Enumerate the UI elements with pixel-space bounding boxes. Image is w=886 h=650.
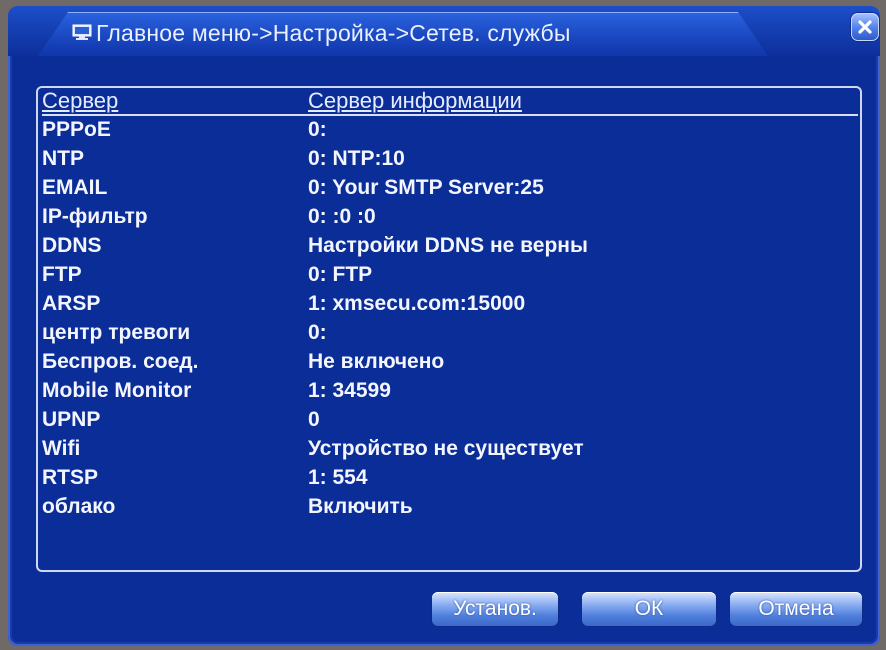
service-name: RTSP <box>42 466 99 489</box>
service-info: 0: <box>308 321 327 344</box>
network-services-window: Главное меню->Настройка->Сетев. службы С… <box>8 6 880 646</box>
service-name: PPPoE <box>42 118 111 141</box>
service-info: Не включено <box>308 350 445 373</box>
service-info: Устройство не существует <box>308 437 584 460</box>
service-name: облако <box>42 495 116 518</box>
service-name: DDNS <box>42 234 102 257</box>
table-header: Сервер Сервер информации <box>42 88 858 116</box>
table-row-upnp[interactable]: UPNP 0 <box>42 406 858 435</box>
service-name: NTP <box>42 147 84 170</box>
service-info: 1: 34599 <box>308 379 391 402</box>
table-row-rtsp[interactable]: RTSP 1: 554 <box>42 464 858 493</box>
table-row-wifi[interactable]: Wifi Устройство не существует <box>42 435 858 464</box>
table-row-ftp[interactable]: FTP 0: FTP <box>42 261 858 290</box>
service-name: Wifi <box>42 437 81 460</box>
table-row-ddns[interactable]: DDNS Настройки DDNS не верны <box>42 232 858 261</box>
close-icon <box>858 20 872 34</box>
table-row-pppoe[interactable]: PPPoE 0: <box>42 116 858 145</box>
table-row-mobile-monitor[interactable]: Mobile Monitor 1: 34599 <box>42 377 858 406</box>
table-row-arsp[interactable]: ARSP 1: xmsecu.com:15000 <box>42 290 858 319</box>
service-info: 0: <box>308 118 327 141</box>
table-row-wireless[interactable]: Беспров. соед. Не включено <box>42 348 858 377</box>
ok-button[interactable]: ОК <box>582 592 716 626</box>
service-info: 0: FTP <box>308 263 373 286</box>
service-name: FTP <box>42 263 82 286</box>
service-name: Беспров. соед. <box>42 350 199 373</box>
service-info: 1: xmsecu.com:15000 <box>308 292 526 315</box>
service-info: Настройки DDNS не верны <box>308 234 588 257</box>
service-info: 0: Your SMTP Server:25 <box>308 176 544 199</box>
service-info: 0 <box>308 408 320 431</box>
service-name: ARSP <box>42 292 101 315</box>
column-header-server-info: Сервер информации <box>308 88 522 113</box>
close-button[interactable] <box>851 13 879 41</box>
monitor-icon <box>72 24 92 40</box>
service-name: IP-фильтр <box>42 205 148 228</box>
apply-button[interactable]: Установ. <box>432 592 558 626</box>
window-title: Главное меню->Настройка->Сетев. службы <box>96 20 571 46</box>
service-name: UPNP <box>42 408 101 431</box>
service-name: Mobile Monitor <box>42 379 192 402</box>
service-name: EMAIL <box>42 176 108 199</box>
service-name: центр тревоги <box>42 321 191 344</box>
table-row-cloud[interactable]: облако Включить <box>42 493 858 522</box>
service-info: 1: 554 <box>308 466 368 489</box>
cancel-button[interactable]: Отмена <box>730 592 862 626</box>
title-bar: Главное меню->Настройка->Сетев. службы <box>8 6 880 56</box>
service-info: 0: NTP:10 <box>308 147 405 170</box>
column-header-server: Сервер <box>42 88 119 113</box>
table-row-ntp[interactable]: NTP 0: NTP:10 <box>42 145 858 174</box>
table-row-ip-filter[interactable]: IP-фильтр 0: :0 :0 <box>42 203 858 232</box>
service-info: 0: :0 :0 <box>308 205 376 228</box>
table-row-alarm-center[interactable]: центр тревоги 0: <box>42 319 858 348</box>
service-info: Включить <box>308 495 413 518</box>
table-row-email[interactable]: EMAIL 0: Your SMTP Server:25 <box>42 174 858 203</box>
